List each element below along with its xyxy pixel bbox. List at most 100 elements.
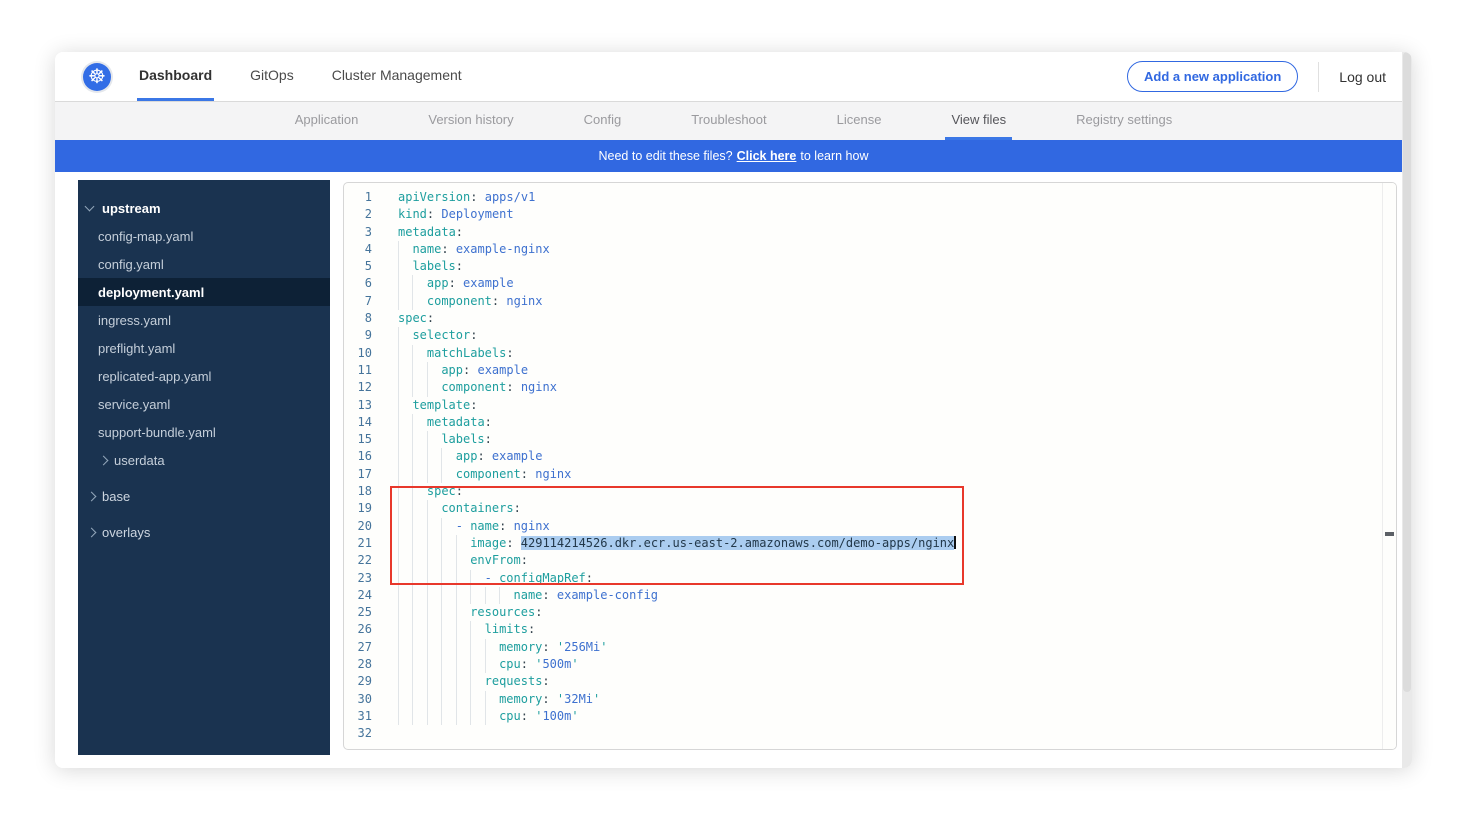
window-scrollbar-thumb[interactable]	[1403, 52, 1411, 692]
code-token	[550, 640, 557, 654]
code-line: 28cpu: '500m'	[344, 656, 1396, 673]
yaml-key: metadata	[427, 415, 485, 429]
code-token	[485, 449, 492, 463]
line-content: matchLabels:	[398, 345, 514, 362]
line-content: component: nginx	[398, 293, 543, 310]
code-line: 18spec:	[344, 483, 1396, 500]
line-content: component: nginx	[398, 379, 557, 396]
tree-item-userdata[interactable]: userdata	[78, 446, 330, 474]
add-new-application-button[interactable]: Add a new application	[1127, 61, 1298, 92]
tree-item-label: base	[102, 489, 130, 504]
tree-item-config-yaml[interactable]: config.yaml	[78, 250, 330, 278]
editor-scrollbar[interactable]	[1382, 183, 1396, 749]
yaml-colon: :	[542, 674, 549, 688]
tree-item-preflight-yaml[interactable]: preflight.yaml	[78, 334, 330, 362]
tab-view-files[interactable]: View files	[945, 102, 1012, 140]
yaml-key: name	[470, 519, 499, 533]
tab-license[interactable]: License	[831, 102, 888, 140]
indent-guide	[398, 362, 412, 379]
indent-guide	[398, 414, 412, 431]
indent-guide	[485, 639, 499, 656]
line-content: cpu: '500m'	[398, 656, 579, 673]
indent-guide	[412, 500, 426, 517]
indent-guide	[427, 673, 441, 690]
code-line: 4name: example-nginx	[344, 241, 1396, 258]
line-number: 7	[344, 293, 372, 310]
code-line: 13template:	[344, 397, 1396, 414]
line-content: template:	[398, 397, 477, 414]
indent-guide	[441, 604, 455, 621]
header-nav-cluster-management[interactable]: Cluster Management	[330, 52, 464, 101]
tab-troubleshoot[interactable]: Troubleshoot	[685, 102, 772, 140]
tree-item-service-yaml[interactable]: service.yaml	[78, 390, 330, 418]
kubernetes-logo-icon: ☸	[83, 63, 111, 91]
line-content: spec:	[398, 310, 434, 327]
line-number: 11	[344, 362, 372, 379]
tree-item-label: deployment.yaml	[98, 285, 204, 300]
indent-guide	[470, 570, 484, 587]
indent-guide	[427, 552, 441, 569]
indent-guide	[412, 483, 426, 500]
header-nav-dashboard[interactable]: Dashboard	[137, 52, 214, 101]
indent-guide	[427, 466, 441, 483]
yaml-key: kind	[398, 207, 427, 221]
indent-guide	[427, 604, 441, 621]
tab-registry-settings[interactable]: Registry settings	[1070, 102, 1178, 140]
indent-guide	[499, 587, 513, 604]
tab-config[interactable]: Config	[578, 102, 628, 140]
code-line: 17component: nginx	[344, 466, 1396, 483]
indent-guide	[412, 691, 426, 708]
line-number: 32	[344, 725, 372, 742]
tree-item-ingress-yaml[interactable]: ingress.yaml	[78, 306, 330, 334]
tree-item-base[interactable]: base	[78, 482, 330, 510]
indent-guide	[412, 639, 426, 656]
indent-guide	[427, 518, 441, 535]
chevron-right-icon	[87, 491, 97, 501]
tree-item-config-map-yaml[interactable]: config-map.yaml	[78, 222, 330, 250]
tab-application[interactable]: Application	[289, 102, 365, 140]
indent-guide	[456, 708, 470, 725]
indent-guide	[412, 466, 426, 483]
tree-item-deployment-yaml[interactable]: deployment.yaml	[78, 278, 330, 306]
banner-click-here-link[interactable]: Click here	[737, 149, 797, 163]
tree-item-upstream[interactable]: upstream	[78, 194, 330, 222]
tree-item-label: config.yaml	[98, 257, 164, 272]
tree-item-replicated-app-yaml[interactable]: replicated-app.yaml	[78, 362, 330, 390]
line-content: metadata:	[398, 414, 492, 431]
logout-button[interactable]: Log out	[1318, 62, 1386, 92]
yaml-quoted-value: 256Mi	[564, 640, 600, 654]
code-area[interactable]: 1apiVersion: apps/v12kind: Deployment3me…	[344, 183, 1396, 743]
yaml-key: spec	[398, 311, 427, 325]
yaml-key: metadata	[398, 225, 456, 239]
indent-guide	[441, 621, 455, 638]
yaml-editor[interactable]: 1apiVersion: apps/v12kind: Deployment3me…	[343, 182, 1397, 750]
tree-item-label: preflight.yaml	[98, 341, 175, 356]
indent-guide	[456, 552, 470, 569]
app-subnav: Application Version history Config Troubles…	[55, 102, 1412, 140]
chevron-down-icon	[85, 201, 95, 211]
indent-guide	[441, 518, 455, 535]
tree-item-label: ingress.yaml	[98, 313, 171, 328]
yaml-quote: '	[600, 640, 607, 654]
indent-guide	[398, 327, 412, 344]
line-content: limits:	[398, 621, 535, 638]
line-number: 21	[344, 535, 372, 552]
indent-guide	[398, 535, 412, 552]
code-token	[477, 190, 484, 204]
header-nav-gitops[interactable]: GitOps	[248, 52, 296, 101]
code-line: 5labels:	[344, 258, 1396, 275]
indent-guide	[427, 708, 441, 725]
indent-guide	[398, 691, 412, 708]
line-content: resources:	[398, 604, 542, 621]
tab-version-history[interactable]: Version history	[422, 102, 519, 140]
indent-guide	[398, 466, 412, 483]
tree-item-support-bundle-yaml[interactable]: support-bundle.yaml	[78, 418, 330, 446]
line-content: labels:	[398, 258, 463, 275]
yaml-value: example-nginx	[456, 242, 550, 256]
tree-item-overlays[interactable]: overlays	[78, 518, 330, 546]
yaml-key: name	[412, 242, 441, 256]
indent-guide	[427, 500, 441, 517]
window-scrollbar[interactable]	[1402, 52, 1412, 768]
line-content: app: example	[398, 362, 528, 379]
indent-guide	[470, 708, 484, 725]
